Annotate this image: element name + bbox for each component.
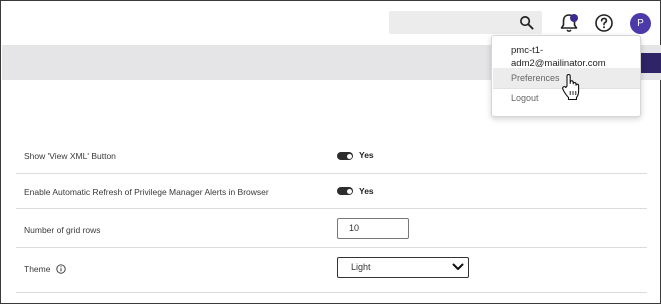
view-xml-toggle[interactable]	[337, 152, 353, 160]
toggle-knob	[346, 188, 352, 194]
theme-select-value: Light	[351, 262, 371, 272]
search-icon[interactable]	[519, 15, 534, 30]
setting-label-view-xml: Show 'View XML' Button	[24, 151, 116, 161]
avatar[interactable]: P	[630, 13, 651, 34]
user-email: pmc-t1-adm2@mailinator.com	[511, 45, 606, 69]
row-divider	[16, 292, 647, 293]
auto-refresh-value: Yes	[359, 186, 374, 196]
notifications-button[interactable]	[558, 12, 580, 34]
toggle-knob	[346, 153, 352, 159]
setting-label-theme: Theme	[24, 264, 51, 274]
chevron-down-icon	[452, 263, 464, 270]
row-divider	[16, 208, 647, 209]
view-xml-value: Yes	[359, 150, 374, 160]
notification-badge	[570, 14, 578, 22]
app-window: P pmc-t1-adm2@mailinator.com Preferences…	[0, 0, 661, 304]
row-divider	[16, 247, 647, 248]
hand-cursor-icon	[562, 73, 580, 101]
grid-rows-input[interactable]: 10	[337, 218, 409, 239]
setting-label-auto-refresh: Enable Automatic Refresh of Privilege Ma…	[24, 187, 269, 197]
setting-label-grid-rows: Number of grid rows	[24, 225, 101, 235]
theme-select[interactable]: Light	[337, 257, 469, 278]
auto-refresh-toggle[interactable]	[337, 187, 353, 195]
help-icon[interactable]	[594, 13, 614, 33]
search-input[interactable]	[389, 11, 542, 34]
info-icon[interactable]	[56, 264, 66, 274]
row-divider	[16, 173, 647, 174]
